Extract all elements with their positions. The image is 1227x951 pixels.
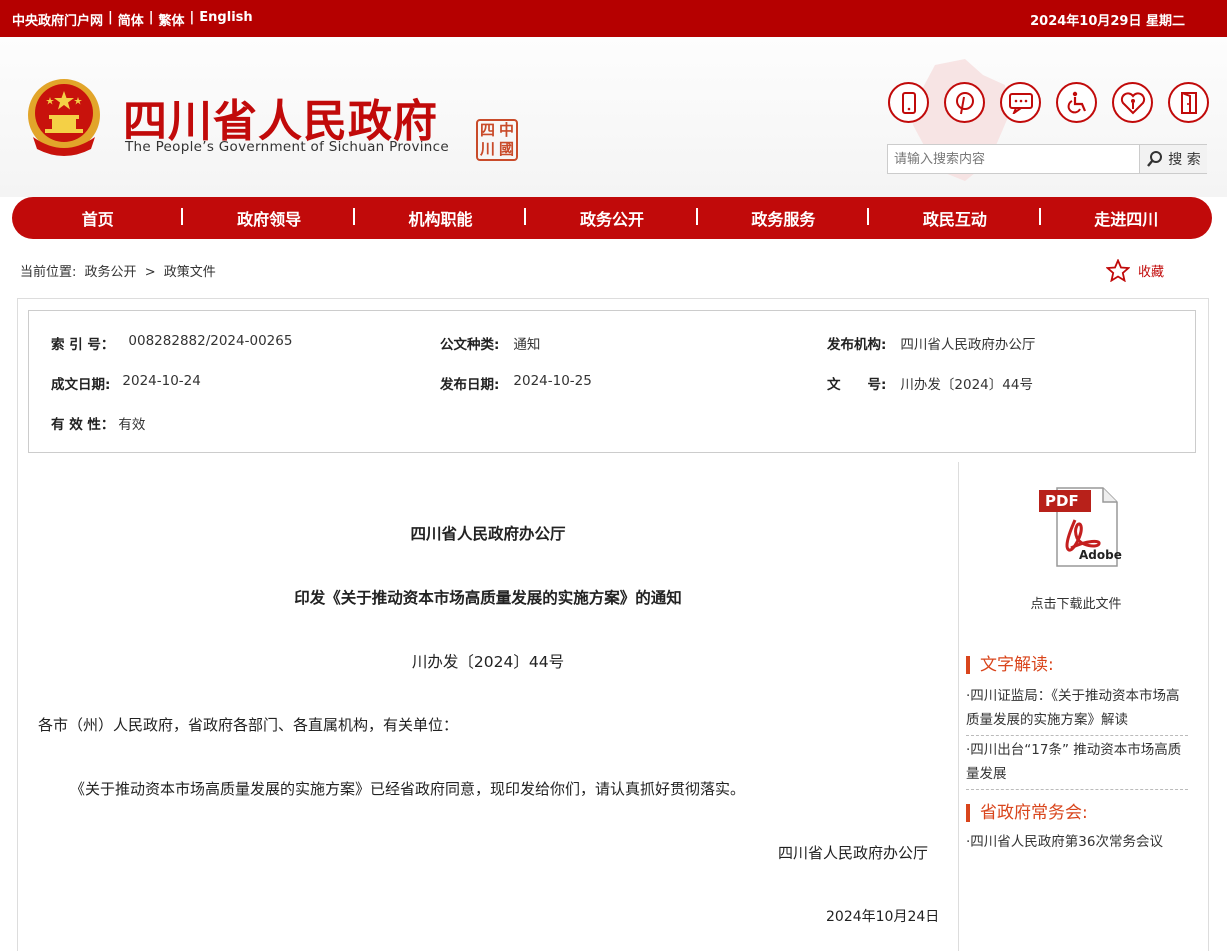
star-icon: [1106, 259, 1130, 282]
article-issuer: 四川省人民政府办公厅: [410, 525, 566, 543]
breadcrumb-separator: >: [144, 265, 156, 280]
meta-doc-no: 文 号: 川办发〔2024〕44号: [827, 373, 1033, 393]
breadcrumb-item-gov-affairs[interactable]: 政务公开: [85, 265, 137, 280]
main-nav: 首页 政府领导 机构职能 政务公开 政务服务 政民互动 走进四川: [12, 197, 1212, 239]
adobe-label: Adobe: [1079, 548, 1122, 562]
meta-index-value: 008282882/2024-00265: [128, 333, 293, 349]
current-date: 2024年10月29日 星期二: [1030, 14, 1185, 29]
meta-issuer: 发布机构: 四川省人民政府办公厅: [827, 333, 1035, 353]
header: 四川省人民政府 The People’s Government of Sichu…: [0, 37, 1227, 197]
meta-validity: 有 效 性： 有效: [51, 413, 145, 433]
mobile-icon[interactable]: [888, 82, 929, 123]
meta-type-value: 通知: [513, 337, 541, 353]
link-simplified[interactable]: 简体: [118, 10, 144, 29]
nav-gov-affairs[interactable]: 政务公开: [526, 206, 699, 230]
chat-icon[interactable]: [1000, 82, 1041, 123]
meta-doc-no-value: 川办发〔2024〕44号: [900, 377, 1033, 393]
article-salutation: 各市（州）人民政府，省政府各部门、各直属机构，有关单位：: [38, 716, 459, 734]
meta-validity-label: 有 效 性：: [51, 417, 115, 433]
download-link[interactable]: 点击下载此文件: [1000, 593, 1152, 612]
separator: |: [108, 10, 113, 25]
meta-type-label: 公文种类:: [440, 337, 500, 353]
search-input[interactable]: [888, 145, 1138, 173]
meta-issuer-label: 发布机构:: [827, 337, 887, 353]
meta-validity-value: 有效: [118, 417, 146, 433]
meta-written-label: 成文日期:: [51, 377, 111, 393]
nav-leaders[interactable]: 政府领导: [183, 206, 356, 230]
breadcrumb-item-policy[interactable]: 政策文件: [164, 265, 216, 280]
meta-written-date: 成文日期: 2024-10-24: [51, 373, 201, 393]
meta-doc-no-label: 文 号:: [827, 377, 887, 393]
nav-services[interactable]: 政务服务: [698, 206, 870, 230]
pdf-badge-label: PDF: [1045, 492, 1079, 510]
pdf-download[interactable]: PDF Adobe: [1037, 486, 1122, 568]
seal-char: 國: [498, 140, 514, 158]
favorite-label: 收藏: [1138, 265, 1165, 280]
quick-icons: [888, 82, 1209, 123]
search-button[interactable]: 搜 索: [1139, 145, 1207, 173]
meta-index-label: 索 引 号：: [51, 337, 115, 353]
sidebar-link-meeting[interactable]: ·四川省人民政府第36次常务会议: [966, 830, 1188, 857]
top-bar: 中央政府门户网 | 简体 | 繁体 | English 2024年10月29日 …: [0, 0, 1227, 37]
link-english[interactable]: English: [199, 10, 252, 29]
meta-published-label: 发布日期:: [440, 377, 500, 393]
nav-institutions[interactable]: 机构职能: [355, 206, 527, 230]
exit-icon[interactable]: [1168, 82, 1209, 123]
article-date: 2024年10月24日: [826, 909, 940, 925]
article-title: 印发《关于推动资本市场高质量发展的实施方案》的通知: [294, 589, 682, 607]
nav-home[interactable]: 首页: [12, 206, 184, 230]
search-box: 搜 索: [887, 144, 1207, 174]
nav-interaction[interactable]: 政民互动: [869, 206, 1041, 230]
national-emblem-icon[interactable]: [25, 77, 103, 157]
nav-about-sichuan[interactable]: 走进四川: [1041, 206, 1212, 230]
section-interpretation: 文字解读:: [966, 656, 1054, 674]
top-links: 中央政府门户网 | 简体 | 繁体 | English: [12, 10, 253, 29]
section-executive-meeting: 省政府常务会:: [966, 804, 1088, 822]
separator: |: [189, 10, 195, 25]
seal-char: 四: [479, 121, 495, 139]
search-button-label: 搜 索: [1168, 152, 1201, 168]
meta-type: 公文种类: 通知: [440, 333, 540, 353]
sidebar-link-interpretation-2[interactable]: ·四川出台“17条” 推动资本市场高质量发展: [966, 738, 1188, 790]
article-doc-number: 川办发〔2024〕44号: [411, 653, 565, 671]
elderly-care-icon[interactable]: [1112, 82, 1153, 123]
favorite-button[interactable]: 收藏: [1106, 259, 1164, 282]
meta-published-date: 发布日期: 2024-10-25: [440, 373, 592, 393]
meta-issuer-value: 四川省人民政府办公厅: [900, 337, 1036, 353]
meta-published-value: 2024-10-25: [513, 373, 592, 389]
link-traditional[interactable]: 繁体: [159, 10, 185, 29]
seal-logo: 四 中 川 國: [476, 119, 518, 161]
link-central-gov[interactable]: 中央政府门户网: [12, 10, 103, 29]
breadcrumb-prefix: 当前位置:: [20, 265, 77, 280]
document-metadata: 索 引 号： 008282882/2024-00265 公文种类: 通知 发布机…: [28, 310, 1196, 453]
accessibility-icon[interactable]: [1056, 82, 1097, 123]
article-signature: 四川省人民政府办公厅: [778, 844, 929, 862]
site-subtitle: The People’s Government of Sichuan Provi…: [125, 139, 449, 155]
meta-index: 索 引 号： 008282882/2024-00265: [51, 333, 292, 353]
breadcrumb: 当前位置: 政务公开 > 政策文件: [20, 261, 220, 280]
pinterest-icon[interactable]: [944, 82, 985, 123]
seal-char: 中: [498, 121, 514, 139]
search-icon: [1147, 151, 1163, 167]
column-divider: [958, 462, 959, 951]
sidebar-link-interpretation-1[interactable]: ·四川证监局：《关于推动资本市场高质量发展的实施方案》解读: [966, 684, 1188, 736]
meta-written-value: 2024-10-24: [122, 373, 201, 389]
article-body: 《关于推动资本市场高质量发展的实施方案》已经省政府同意，现印发给你们，请认真抓好…: [70, 780, 746, 798]
seal-char: 川: [479, 140, 495, 158]
separator: |: [148, 10, 154, 25]
